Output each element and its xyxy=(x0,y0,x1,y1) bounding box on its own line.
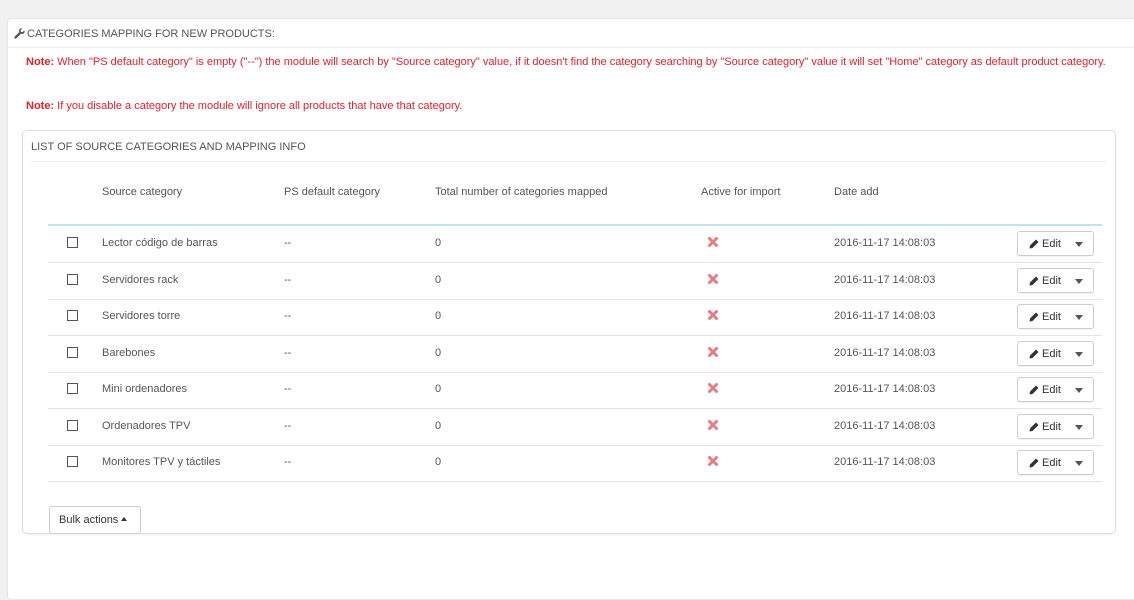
caret-down-icon[interactable] xyxy=(1075,242,1083,247)
date-add-cell: 2016-11-17 14:08:03 xyxy=(834,310,936,322)
caret-down-icon[interactable] xyxy=(1075,461,1083,466)
column-header-date-add: Date add xyxy=(834,186,879,198)
pencil-icon xyxy=(1029,458,1039,468)
table-row: Servidores torre -- 0 2016-11-17 14:08:03 Ed… xyxy=(48,299,1102,336)
edit-label: Edit xyxy=(1042,384,1061,396)
ps-default-category-cell: -- xyxy=(284,346,292,359)
inactive-x-icon[interactable] xyxy=(707,455,719,467)
edit-button[interactable]: Edit xyxy=(1017,413,1094,439)
pencil-icon xyxy=(1029,276,1039,285)
edit-button[interactable]: Edit xyxy=(1017,450,1094,475)
edit-label: Edit xyxy=(1042,347,1061,360)
date-add-cell: 2016-11-17 14:08:03 xyxy=(834,383,936,395)
panel-heading: CATEGORIES MAPPING FOR NEW PRODUCTS: xyxy=(8,19,1134,48)
source-category-cell: Ordenadores TPV xyxy=(102,419,191,432)
ps-default-category-cell: -- xyxy=(284,383,292,395)
edit-label: Edit xyxy=(1042,311,1061,323)
table-row: Barebones -- 0 2016-11-17 14:08:03 Edit xyxy=(48,336,1102,373)
inactive-x-icon[interactable] xyxy=(707,273,719,285)
table-row: Lector código de barras -- 0 2016-11-17 14:… xyxy=(48,226,1102,263)
column-header-ps-default-category: PS default category xyxy=(284,186,381,198)
date-add-cell: 2016-11-17 14:08:03 xyxy=(834,237,936,249)
caret-down-icon[interactable] xyxy=(1075,351,1083,357)
edit-label: Edit xyxy=(1042,457,1061,469)
source-category-cell: Lector código de barras xyxy=(102,237,218,249)
row-checkbox[interactable] xyxy=(67,273,78,285)
panel-title: CATEGORIES MAPPING FOR NEW PRODUCTS: xyxy=(27,28,275,40)
caret-down-icon[interactable] xyxy=(1075,424,1083,430)
column-header-active-for-import: Active for import xyxy=(701,186,781,198)
caret-up-icon xyxy=(121,517,128,521)
column-header-total-mapped: Total number of categories mapped xyxy=(435,186,608,198)
pencil-icon xyxy=(1029,312,1039,322)
inactive-x-icon[interactable] xyxy=(707,309,719,321)
caret-down-icon[interactable] xyxy=(1075,388,1083,393)
date-add-cell: 2016-11-17 14:08:03 xyxy=(834,346,936,359)
caret-down-icon[interactable] xyxy=(1075,315,1083,320)
ps-default-category-cell: -- xyxy=(284,273,292,286)
bulk-actions-button[interactable]: Bulk actions xyxy=(49,506,141,534)
pencil-icon xyxy=(1029,349,1039,358)
edit-button[interactable]: Edit xyxy=(1017,377,1094,402)
row-checkbox[interactable] xyxy=(67,310,78,321)
row-checkbox[interactable] xyxy=(67,419,78,431)
date-add-cell: 2016-11-17 14:08:03 xyxy=(834,456,936,468)
total-mapped-cell: 0 xyxy=(435,346,442,359)
total-mapped-cell: 0 xyxy=(435,310,442,322)
total-mapped-cell: 0 xyxy=(435,383,442,395)
column-header-source-category: Source category xyxy=(102,186,183,198)
date-add-cell: 2016-11-17 14:08:03 xyxy=(834,419,936,432)
table-row: Mini ordenadores -- 0 2016-11-17 14:08:03 Ed… xyxy=(48,372,1102,409)
wrench-icon xyxy=(14,21,25,51)
list-title: LIST OF SOURCE CATEGORIES AND MAPPING IN… xyxy=(31,131,1107,162)
note-text: When "PS default category" is empty ("--… xyxy=(54,56,1106,68)
caret-down-icon[interactable] xyxy=(1075,278,1083,284)
total-mapped-cell: 0 xyxy=(435,456,442,468)
pencil-icon xyxy=(1029,385,1039,395)
ps-default-category-cell: -- xyxy=(284,237,292,249)
note-default-category: Note: When "PS default category" is empt… xyxy=(26,54,1121,71)
pencil-icon xyxy=(1029,422,1039,431)
ps-default-category-cell: -- xyxy=(284,419,292,432)
row-checkbox[interactable] xyxy=(67,383,78,394)
edit-label: Edit xyxy=(1042,420,1061,433)
note-text: If you disable a category the module wil… xyxy=(54,100,463,112)
date-add-cell: 2016-11-17 14:08:03 xyxy=(834,273,936,286)
source-category-cell: Barebones xyxy=(102,346,156,359)
source-category-cell: Servidores torre xyxy=(102,310,181,322)
total-mapped-cell: 0 xyxy=(435,419,442,432)
edit-button[interactable]: Edit xyxy=(1017,267,1094,293)
edit-button[interactable]: Edit xyxy=(1017,340,1094,366)
edit-button[interactable]: Edit xyxy=(1017,231,1094,256)
note-label: Note: xyxy=(26,56,55,68)
source-category-cell: Servidores rack xyxy=(102,273,179,286)
total-mapped-cell: 0 xyxy=(435,237,442,249)
edit-button[interactable]: Edit xyxy=(1017,304,1094,329)
bulk-actions-label: Bulk actions xyxy=(59,514,119,526)
source-category-cell: Mini ordenadores xyxy=(102,383,187,395)
row-checkbox[interactable] xyxy=(67,456,78,467)
total-mapped-cell: 0 xyxy=(435,273,442,286)
table-row: Monitores TPV y táctiles -- 0 2016-11-17 14… xyxy=(48,445,1102,482)
inactive-x-icon[interactable] xyxy=(707,236,719,248)
inactive-x-icon[interactable] xyxy=(707,346,719,358)
edit-label: Edit xyxy=(1042,238,1061,250)
inactive-x-icon[interactable] xyxy=(707,382,719,394)
row-checkbox[interactable] xyxy=(67,237,78,248)
ps-default-category-cell: -- xyxy=(284,456,292,468)
pencil-icon xyxy=(1029,239,1039,249)
note-disable-category: Note: If you disable a category the modu… xyxy=(26,98,1121,115)
note-label: Note: xyxy=(26,100,55,112)
inactive-x-icon[interactable] xyxy=(707,419,719,431)
source-category-cell: Monitores TPV y táctiles xyxy=(102,456,221,468)
table-row: Servidores rack -- 0 2016-11-17 14:08:03 Edi… xyxy=(48,263,1102,300)
edit-label: Edit xyxy=(1042,274,1061,287)
table-row: Ordenadores TPV -- 0 2016-11-17 14:08:03 Edi… xyxy=(48,409,1102,446)
ps-default-category-cell: -- xyxy=(284,310,292,322)
row-checkbox[interactable] xyxy=(67,346,78,358)
